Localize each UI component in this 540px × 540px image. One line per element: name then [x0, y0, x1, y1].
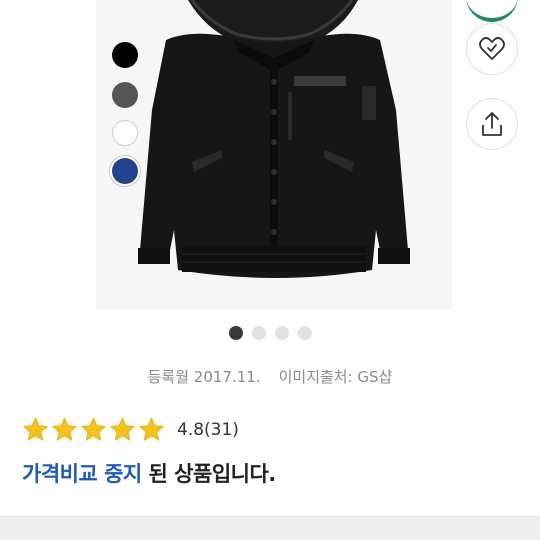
share-icon: [482, 112, 502, 136]
star-rating: [22, 416, 165, 443]
star-icon: [52, 417, 77, 441]
notice-highlight: 가격비교 중지: [22, 462, 142, 486]
top-action-button[interactable]: [466, 0, 518, 22]
rating-value: 4.8: [177, 419, 205, 440]
product-image[interactable]: [96, 0, 452, 310]
star-icon: [81, 417, 106, 441]
favorite-button[interactable]: [466, 23, 518, 75]
image-source: 이미지출처: GS샵: [278, 368, 393, 386]
rating[interactable]: 4.8 (31): [22, 416, 239, 443]
color-swatch-black[interactable]: [112, 42, 138, 68]
green-ring-icon: [466, 0, 518, 22]
pager-dot-3[interactable]: [275, 326, 289, 340]
review-count: (31): [204, 419, 239, 440]
section-divider: [0, 516, 540, 540]
color-swatch-gray[interactable]: [112, 82, 138, 108]
price-comparison-notice: 가격비교 중지 된 상품입니다.: [22, 458, 276, 488]
notice-text: 된 상품입니다.: [141, 462, 277, 486]
registered-date: 등록월 2017.11.: [147, 368, 261, 386]
jacket-illustration: [138, 0, 410, 278]
heart-check-icon: [479, 37, 505, 60]
product-detail-page: 등록월 2017.11. 이미지출처: GS샵 4.8 (31) 가격비교 중지 된…: [0, 0, 540, 540]
star-icon: [139, 417, 164, 441]
share-button[interactable]: [466, 98, 518, 150]
color-swatch-white[interactable]: [112, 120, 138, 146]
product-meta: 등록월 2017.11. 이미지출처: GS샵: [0, 366, 540, 387]
pager-dot-1[interactable]: [229, 326, 243, 340]
star-icon: [23, 417, 48, 441]
image-pager: [229, 326, 312, 340]
pager-dot-2[interactable]: [252, 326, 266, 340]
star-icon: [110, 417, 135, 441]
pager-dot-4[interactable]: [298, 326, 312, 340]
color-swatch-navy[interactable]: [112, 158, 138, 184]
